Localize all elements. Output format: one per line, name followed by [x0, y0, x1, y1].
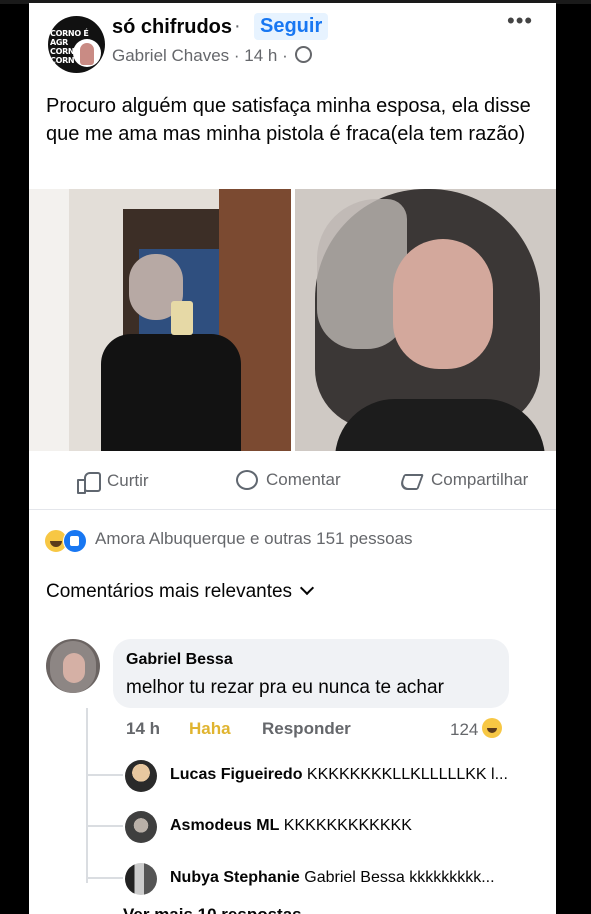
photo-right[interactable] [295, 189, 556, 451]
thumbs-up-icon [77, 470, 101, 494]
comment-label: Comentar [266, 470, 341, 489]
reply-author[interactable]: Asmodeus ML [170, 817, 279, 834]
author-name[interactable]: Gabriel Chaves [112, 46, 229, 65]
comment-text: melhor tu rezar pra eu nunca te achar [126, 677, 444, 698]
reply-body: KKKKKKKKKKKK [283, 817, 412, 834]
share-label: Compartilhar [431, 470, 529, 489]
like-button[interactable]: Curtir [77, 470, 149, 494]
post-card: CORNO É AGR CORNO CORN CORI só chifrudos… [29, 3, 556, 914]
comment-time[interactable]: 14 h [126, 719, 160, 739]
comment-bubble: Gabriel Bessa melhor tu rezar pra eu nun… [113, 639, 509, 708]
chevron-down-icon [299, 580, 315, 596]
haha-reaction-icon [482, 718, 503, 738]
reply-connector [88, 877, 123, 879]
post-text: Procuro alguém que satisfaça minha espos… [46, 95, 531, 145]
reply-thread-line [86, 708, 88, 883]
separator-dot: · [233, 46, 245, 65]
post-time[interactable]: 14 h [244, 46, 277, 65]
reply-author[interactable]: Nubya Stephanie [170, 869, 300, 886]
author-line: Gabriel Chaves · 14 h · [112, 46, 312, 66]
more-options-button[interactable]: ••• [507, 8, 533, 34]
comment-bubble-icon [236, 470, 258, 490]
reply-avatar[interactable] [125, 760, 157, 792]
comment-author[interactable]: Gabriel Bessa [126, 651, 233, 669]
follow-button[interactable]: Seguir [254, 13, 329, 40]
share-button[interactable]: Compartilhar [399, 470, 528, 490]
post-photos [29, 189, 556, 451]
reply-button[interactable]: Responder [262, 719, 351, 739]
comment-avatar[interactable] [46, 639, 100, 693]
comments-filter[interactable]: Comentários mais relevantes [46, 580, 315, 603]
post-actions: Curtir Comentar Compartilhar [29, 458, 556, 508]
photo-left[interactable] [29, 189, 291, 451]
divider [29, 509, 556, 510]
comments-filter-label: Comentários mais relevantes [46, 581, 293, 602]
reply-text: Lucas Figueiredo KKKKKKKKLLKLLLLLKK l... [170, 766, 508, 784]
reply-body: KKKKKKKKLLKLLLLLKK l... [306, 766, 508, 783]
reply-text: Nubya Stephanie Gabriel Bessa kkkkkkkkk.… [170, 869, 495, 887]
reactions-summary[interactable]: Amora Albuquerque e outras 151 pessoas [95, 529, 413, 549]
reply-avatar[interactable] [125, 863, 157, 895]
reply-text: Asmodeus ML KKKKKKKKKKKK [170, 817, 412, 835]
reply-connector [88, 774, 123, 776]
separator-dot: · [282, 46, 293, 65]
reply-author[interactable]: Lucas Figueiredo [170, 766, 302, 783]
reaction-count-value: 124 [450, 720, 479, 739]
reply-avatar[interactable] [125, 811, 157, 843]
share-arrow-icon [399, 470, 423, 490]
reply-connector [88, 825, 123, 827]
comment-button[interactable]: Comentar [236, 470, 341, 490]
like-reaction-icon [63, 529, 87, 553]
author-mini-avatar [73, 39, 101, 67]
comment-haha-button[interactable]: Haha [189, 719, 231, 739]
reply-body: Gabriel Bessa kkkkkkkkk... [304, 869, 495, 886]
comment-reaction-count[interactable]: 124 [450, 718, 503, 740]
view-more-replies-link[interactable]: Ver mais 10 respostas [123, 905, 302, 914]
globe-icon [294, 46, 312, 63]
separator-dot: · [234, 15, 241, 37]
page-avatar[interactable]: CORNO É AGR CORNO CORN CORI [48, 16, 105, 73]
like-label: Curtir [107, 471, 149, 490]
page-name[interactable]: só chifrudos [112, 16, 232, 39]
